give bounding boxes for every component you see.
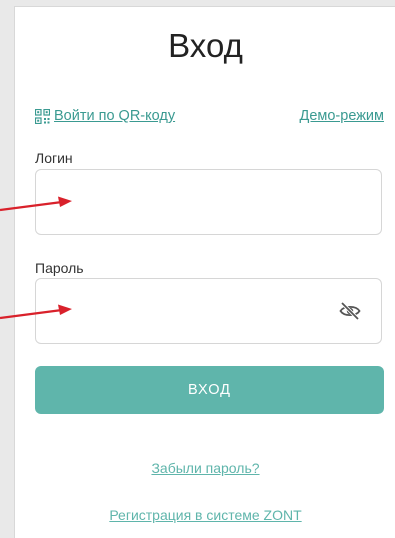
qr-code-icon: [35, 108, 50, 124]
password-input[interactable]: [35, 278, 382, 344]
login-label: Логин: [35, 150, 73, 166]
forgot-password-link[interactable]: Забыли пароль?: [15, 460, 395, 476]
qr-login-label: Войти по QR-коду: [54, 108, 176, 124]
eye-off-icon[interactable]: [339, 301, 361, 321]
login-submit-button[interactable]: ВХОД: [35, 366, 384, 414]
login-card: Вход Войти по QR-коду Демо-режим Логин П…: [14, 6, 395, 538]
demo-mode-link[interactable]: Демо-режим: [300, 108, 384, 124]
red-arrow-password: [0, 304, 72, 320]
password-label: Пароль: [35, 260, 84, 276]
register-link[interactable]: Регистрация в системе ZONT: [15, 507, 395, 523]
red-arrow-login: [0, 196, 72, 212]
qr-login-link[interactable]: Войти по QR-коду: [35, 108, 175, 124]
page-title: Вход: [168, 27, 243, 64]
login-input[interactable]: [35, 169, 382, 235]
